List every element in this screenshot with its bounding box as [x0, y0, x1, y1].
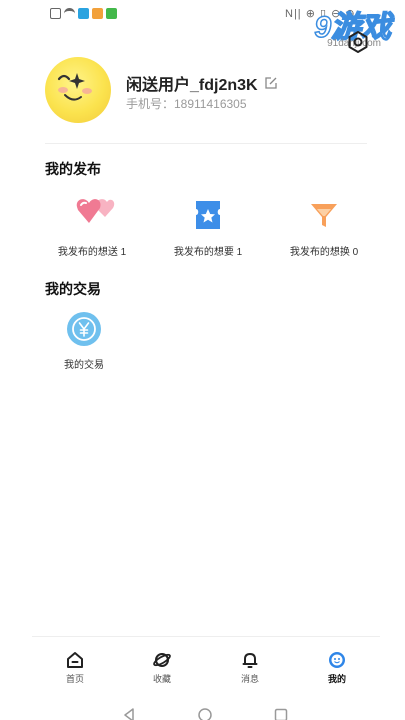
home-icon [67, 652, 83, 668]
phone-number: 手机号：18911416305 [126, 97, 247, 111]
bell-icon [242, 653, 258, 668]
avatar[interactable] [45, 57, 111, 123]
username: 闲送用户_fdj2n3K [126, 77, 258, 94]
face-icon [329, 652, 345, 668]
nav-favorites[interactable]: 收藏 [132, 651, 192, 685]
nav-home-label: 首页 [65, 674, 84, 684]
wifi-icon [64, 8, 75, 19]
app-icon [78, 8, 89, 19]
nav-home[interactable]: 首页 [45, 651, 105, 685]
publish-want-label: 我发布的想要 1 [173, 247, 243, 258]
status-icons [50, 8, 117, 19]
publish-give-label: 我发布的想送 1 [57, 247, 127, 258]
sim-icon [50, 8, 61, 19]
edit-icon[interactable] [264, 76, 278, 90]
username-row[interactable]: 闲送用户_fdj2n3K [126, 71, 278, 95]
nav-messages-label: 消息 [240, 674, 259, 684]
hearts-icon [76, 199, 115, 223]
nav-mine[interactable]: 我的 [307, 651, 367, 685]
watermark: 9游戏 91danji.com [259, 2, 399, 52]
bottom-nav: 首页 收藏 消息 我的 [32, 636, 380, 688]
publish-swap-item[interactable]: 我发布的想换 0 [264, 195, 384, 258]
publish-give-item[interactable]: 我发布的想送 1 [32, 195, 152, 258]
system-nav-bar [0, 700, 405, 720]
home-circle-icon[interactable] [198, 708, 212, 720]
trade-item[interactable]: 我的交易 [24, 311, 144, 371]
back-icon[interactable] [122, 708, 136, 720]
nav-mine-label: 我的 [327, 674, 346, 684]
settings-button[interactable] [346, 30, 370, 54]
section-title-trade: 我的交易 [45, 281, 101, 297]
nav-messages[interactable]: 消息 [220, 651, 280, 685]
recents-icon[interactable] [274, 708, 288, 720]
section-title-publish: 我的发布 [45, 161, 101, 177]
swap-funnel-icon [311, 204, 337, 227]
trade-label: 我的交易 [64, 360, 104, 371]
planet-icon [153, 653, 171, 667]
smiley-face-icon [57, 73, 92, 101]
divider [45, 143, 367, 144]
app-icon [106, 8, 117, 19]
yen-coin-icon [67, 312, 101, 346]
nav-favorites-label: 收藏 [152, 674, 171, 684]
gear-icon [348, 31, 368, 53]
ticket-star-icon [196, 201, 220, 229]
publish-want-item[interactable]: 我发布的想要 1 [148, 195, 268, 258]
publish-swap-label: 我发布的想换 0 [289, 247, 359, 258]
app-icon [92, 8, 103, 19]
